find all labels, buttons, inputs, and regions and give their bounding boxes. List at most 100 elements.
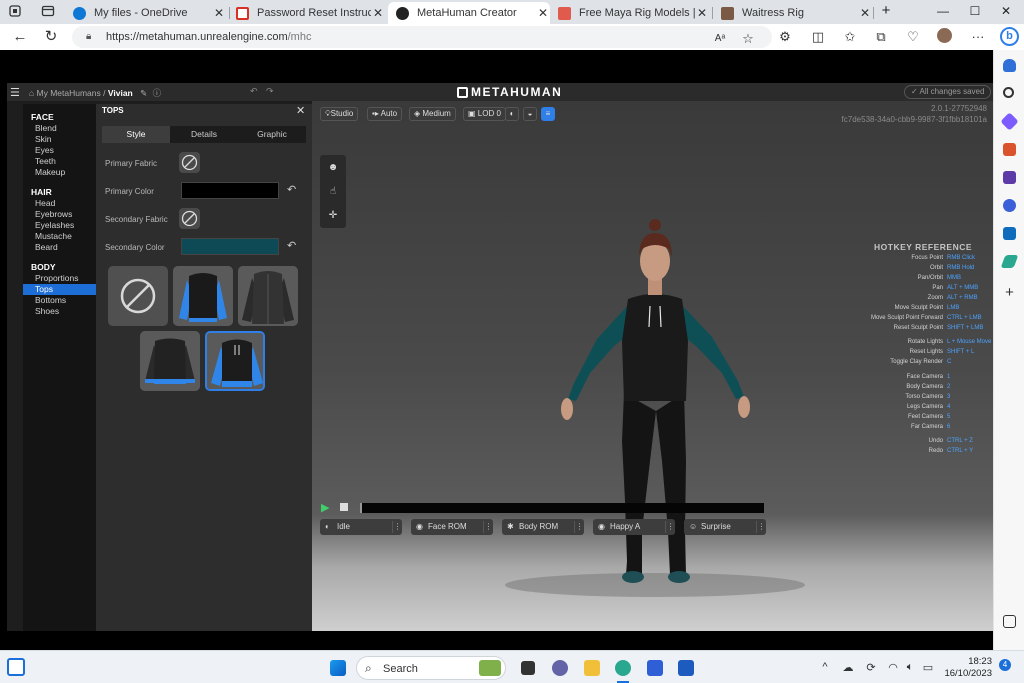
sidebar-layout-icon[interactable] bbox=[1003, 615, 1016, 628]
wifi-icon[interactable]: ◠ bbox=[886, 661, 900, 674]
close-icon[interactable]: ✕ bbox=[212, 6, 226, 20]
close-panel-icon[interactable]: ✕ bbox=[296, 104, 305, 117]
category-item-eyes[interactable]: Eyes bbox=[23, 145, 96, 156]
top-thumbnail-crew-sweater[interactable] bbox=[140, 331, 200, 391]
category-item-blend[interactable]: Blend bbox=[23, 123, 96, 134]
3d-viewport[interactable]: 💡︎Studio ▪▸ Auto ◈ Medium ▣ LOD 0 ◐ ◒ ≡ … bbox=[312, 101, 993, 631]
category-item-proportions[interactable]: Proportions bbox=[23, 273, 96, 284]
anim-face-rom-button[interactable]: ◉ Face ROM ⋮ bbox=[411, 519, 493, 535]
more-options-icon[interactable]: ⋮ bbox=[483, 521, 493, 533]
battery-icon[interactable]: ▭ bbox=[921, 661, 935, 674]
minimize-button[interactable]: — bbox=[935, 4, 951, 18]
lock-icon[interactable]: 🔒︎ bbox=[86, 31, 91, 42]
more-options-icon[interactable]: ⋮ bbox=[665, 521, 675, 533]
close-icon[interactable]: ✕ bbox=[536, 6, 550, 20]
anim-surprise-button[interactable]: ☺ Surprise ⋮ bbox=[684, 519, 766, 535]
split-screen-icon[interactable]: ◫ bbox=[810, 29, 826, 45]
category-item-head[interactable]: Head bbox=[23, 198, 96, 209]
start-icon[interactable] bbox=[330, 660, 346, 676]
add-icon[interactable]: + bbox=[1003, 285, 1016, 300]
widgets-icon[interactable] bbox=[7, 658, 25, 676]
top-thumbnail-none[interactable] bbox=[108, 266, 168, 326]
anim-happy-a-button[interactable]: ◉ Happy A ⋮ bbox=[593, 519, 675, 535]
sync-tray-icon[interactable]: ⟳ bbox=[864, 661, 878, 674]
store-icon[interactable] bbox=[647, 660, 663, 676]
favorites-icon[interactable]: ✩ bbox=[842, 29, 858, 45]
address-bar[interactable]: 🔒︎ https://metahuman.unrealengine.com/mh… bbox=[72, 26, 772, 48]
more-options-icon[interactable]: ⋮ bbox=[574, 521, 584, 533]
close-icon[interactable]: ✕ bbox=[371, 6, 385, 20]
category-item-eyelashes[interactable]: Eyelashes bbox=[23, 220, 96, 231]
more-icon[interactable]: ··· bbox=[970, 29, 986, 45]
tab-waitress-rig[interactable]: Waitress Rig ✕ bbox=[716, 2, 872, 24]
play-icon[interactable]: ▶ bbox=[321, 501, 329, 514]
task-view-icon[interactable] bbox=[521, 661, 535, 675]
maximize-button[interactable]: ☐ bbox=[967, 4, 983, 18]
extensions-icon[interactable]: ⚙ bbox=[777, 29, 793, 45]
category-item-teeth[interactable]: Teeth bbox=[23, 156, 96, 167]
top-thumbnail-leather-jacket[interactable] bbox=[238, 266, 298, 326]
url-text[interactable]: https://metahuman.unrealengine.com/mhc bbox=[106, 31, 311, 43]
top-thumbnail-hoodie[interactable] bbox=[205, 331, 265, 391]
secondary-fabric-button[interactable] bbox=[179, 208, 200, 229]
browser-essentials-icon[interactable]: ♡ bbox=[905, 29, 921, 45]
category-item-bottoms[interactable]: Bottoms bbox=[23, 295, 96, 306]
send-icon[interactable] bbox=[1000, 255, 1019, 268]
tab-graphic[interactable]: Graphic bbox=[238, 126, 306, 143]
home-icon[interactable]: ⌂ bbox=[29, 88, 34, 98]
refresh-button[interactable]: ↻ bbox=[42, 28, 60, 45]
menu-icon[interactable]: ☰ bbox=[10, 86, 20, 99]
microsoft-365-icon[interactable] bbox=[1003, 199, 1016, 212]
reset-primary-color-icon[interactable]: ↶ bbox=[287, 183, 296, 196]
category-item-eyebrows[interactable]: Eyebrows bbox=[23, 209, 96, 220]
tab-style[interactable]: Style bbox=[102, 126, 170, 143]
stop-icon[interactable] bbox=[340, 503, 348, 511]
category-item-beard[interactable]: Beard bbox=[23, 242, 96, 253]
more-options-icon[interactable]: ⋮ bbox=[392, 521, 402, 533]
notification-count-badge[interactable]: 4 bbox=[999, 659, 1011, 671]
anim-body-rom-button[interactable]: ✱ Body ROM ⋮ bbox=[502, 519, 584, 535]
category-item-mustache[interactable]: Mustache bbox=[23, 231, 96, 242]
tab-actions-icon[interactable] bbox=[41, 4, 55, 18]
edit-name-icon[interactable]: ✎ bbox=[140, 88, 147, 98]
category-item-tops[interactable]: Tops bbox=[23, 284, 96, 295]
taskbar-search[interactable]: ⌕ Search bbox=[356, 656, 506, 680]
reset-secondary-color-icon[interactable]: ↶ bbox=[287, 239, 296, 252]
more-options-icon[interactable]: ⋮ bbox=[756, 521, 766, 533]
new-tab-button[interactable]: + bbox=[878, 2, 894, 19]
notifications-bell-icon[interactable] bbox=[1003, 59, 1016, 72]
copilot-icon[interactable]: b bbox=[1000, 27, 1019, 46]
anim-idle-button[interactable]: ◐ Idle ⋮ bbox=[320, 519, 402, 535]
favorite-star-icon[interactable]: ☆ bbox=[740, 31, 756, 47]
category-item-skin[interactable]: Skin bbox=[23, 134, 96, 145]
tools-icon[interactable] bbox=[1003, 143, 1016, 156]
collections-icon[interactable]: ⧉ bbox=[873, 29, 889, 45]
help-icon[interactable]: ⓘ bbox=[153, 88, 162, 98]
volume-icon[interactable]: 🔈︎ bbox=[903, 661, 917, 674]
primary-fabric-button[interactable] bbox=[179, 152, 200, 173]
shopping-tag-icon[interactable] bbox=[1000, 112, 1019, 131]
tab-details[interactable]: Details bbox=[170, 126, 238, 143]
back-button[interactable]: ← bbox=[11, 28, 29, 45]
workspaces-icon[interactable] bbox=[8, 4, 22, 18]
close-icon[interactable]: ✕ bbox=[695, 6, 709, 20]
top-thumbnail-vest-hoodie[interactable] bbox=[173, 266, 233, 326]
tab-gmail[interactable]: Password Reset Instructions Fo ✕ bbox=[231, 2, 385, 24]
system-clock[interactable]: 18:23 16/10/2023 bbox=[940, 656, 992, 680]
read-aloud-icon[interactable]: Aᵃ bbox=[712, 31, 728, 47]
primary-color-swatch[interactable] bbox=[181, 182, 279, 199]
word-icon[interactable] bbox=[678, 660, 694, 676]
undo-icon[interactable]: ↶ bbox=[250, 86, 258, 97]
tab-onedrive[interactable]: My files - OneDrive ✕ bbox=[66, 2, 226, 24]
redo-icon[interactable]: ↷ bbox=[266, 86, 274, 97]
file-explorer-icon[interactable] bbox=[584, 660, 600, 676]
outlook-icon[interactable] bbox=[1003, 227, 1016, 240]
window-close-button[interactable]: ✕ bbox=[998, 4, 1014, 18]
breadcrumb-root[interactable]: My MetaHumans / bbox=[37, 88, 106, 98]
secondary-color-swatch[interactable] bbox=[181, 238, 279, 255]
edge-icon[interactable] bbox=[615, 660, 631, 676]
tab-metahuman-creator[interactable]: MetaHuman Creator ✕ bbox=[388, 2, 550, 24]
profile-avatar-icon[interactable] bbox=[937, 28, 952, 43]
timeline-scrubber[interactable] bbox=[360, 503, 764, 513]
show-hidden-icons[interactable]: ^ bbox=[818, 661, 832, 673]
